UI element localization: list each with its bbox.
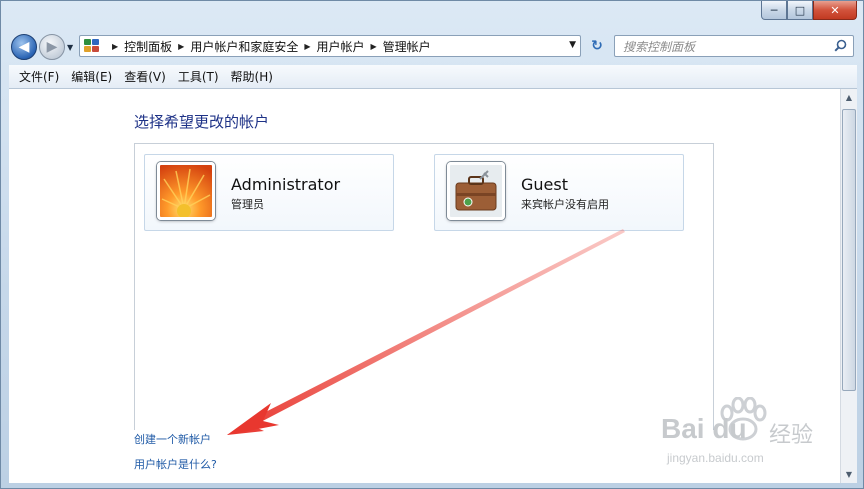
breadcrumb-manage-accounts[interactable]: 管理帐户 <box>383 38 431 55</box>
search-icon[interactable] <box>834 39 847 52</box>
accounts-list: Administrator 管理员 Guest 来宾帐户没有启用 <box>134 143 714 430</box>
breadcrumb-separator[interactable]: ▶ <box>371 42 377 51</box>
recent-pages-dropdown[interactable]: ▼ <box>67 43 73 52</box>
close-button[interactable]: ✕ <box>813 1 857 20</box>
create-account-link[interactable]: 创建一个新帐户 <box>134 431 211 447</box>
menu-help[interactable]: 帮助(H) <box>225 68 279 85</box>
menu-file[interactable]: 文件(F) <box>13 68 65 85</box>
account-type: 来宾帐户没有启用 <box>521 198 609 211</box>
account-type: 管理员 <box>231 198 264 211</box>
explorer-window: ─ □ ✕ ◀ ▶ ▼ ▶ 控制面板 ▶ 用户帐户和家庭安全 ▶ 用户帐户 ▶ … <box>0 0 864 489</box>
breadcrumb-separator[interactable]: ▶ <box>178 42 184 51</box>
what-is-user-account-link[interactable]: 用户帐户是什么? <box>134 456 217 472</box>
watermark-suffix: 经验 <box>769 422 814 447</box>
control-panel-icon <box>84 39 100 53</box>
maximize-button[interactable]: □ <box>787 1 813 20</box>
scroll-thumb[interactable] <box>842 109 856 391</box>
menu-tools[interactable]: 工具(T) <box>172 68 225 85</box>
address-history-dropdown[interactable]: ▼ <box>569 40 576 50</box>
vertical-scrollbar[interactable]: ▲ ▼ <box>840 89 857 483</box>
forward-button[interactable]: ▶ <box>39 34 65 60</box>
breadcrumb-control-panel[interactable]: 控制面板 <box>124 38 172 55</box>
menu-edit[interactable]: 编辑(E) <box>65 68 118 85</box>
page-title: 选择希望更改的帐户 <box>134 113 270 131</box>
scroll-up-arrow-icon[interactable]: ▲ <box>841 89 857 105</box>
briefcase-picture-icon <box>447 162 505 220</box>
search-input[interactable]: 搜索控制面板 <box>614 35 854 57</box>
scroll-down-arrow-icon[interactable]: ▼ <box>841 466 857 482</box>
navigation-bar: ◀ ▶ ▼ ▶ 控制面板 ▶ 用户帐户和家庭安全 ▶ 用户帐户 ▶ 管理帐户 ▼… <box>9 31 857 63</box>
search-placeholder: 搜索控制面板 <box>623 39 696 54</box>
account-name: Administrator <box>231 175 341 194</box>
minimize-button[interactable]: ─ <box>761 1 787 20</box>
account-tile-administrator[interactable]: Administrator 管理员 <box>144 154 394 231</box>
refresh-button[interactable]: ↻ <box>585 35 609 57</box>
account-tile-guest[interactable]: Guest 来宾帐户没有启用 <box>434 154 684 231</box>
menu-bar: 文件(F) 编辑(E) 查看(V) 工具(T) 帮助(H) <box>9 65 857 89</box>
account-name: Guest <box>521 175 568 194</box>
address-bar[interactable]: ▶ 控制面板 ▶ 用户帐户和家庭安全 ▶ 用户帐户 ▶ 管理帐户 ▼ <box>79 35 581 57</box>
watermark-brand: Bai du <box>661 413 747 444</box>
breadcrumb-separator: ▶ <box>112 41 119 51</box>
breadcrumb-user-accounts-family-safety[interactable]: 用户帐户和家庭安全 <box>190 38 298 55</box>
menu-view[interactable]: 查看(V) <box>118 68 172 85</box>
watermark-url: jingyan.baidu.com <box>667 451 764 465</box>
breadcrumb-user-accounts[interactable]: 用户帐户 <box>317 38 365 55</box>
flower-picture-icon <box>157 162 215 220</box>
back-button[interactable]: ◀ <box>11 34 37 60</box>
breadcrumb-separator[interactable]: ▶ <box>304 42 310 51</box>
baidu-watermark-logo: Bai du 经验 jingyan.baidu.com <box>651 397 821 473</box>
caption-buttons: ─ □ ✕ <box>761 1 857 20</box>
